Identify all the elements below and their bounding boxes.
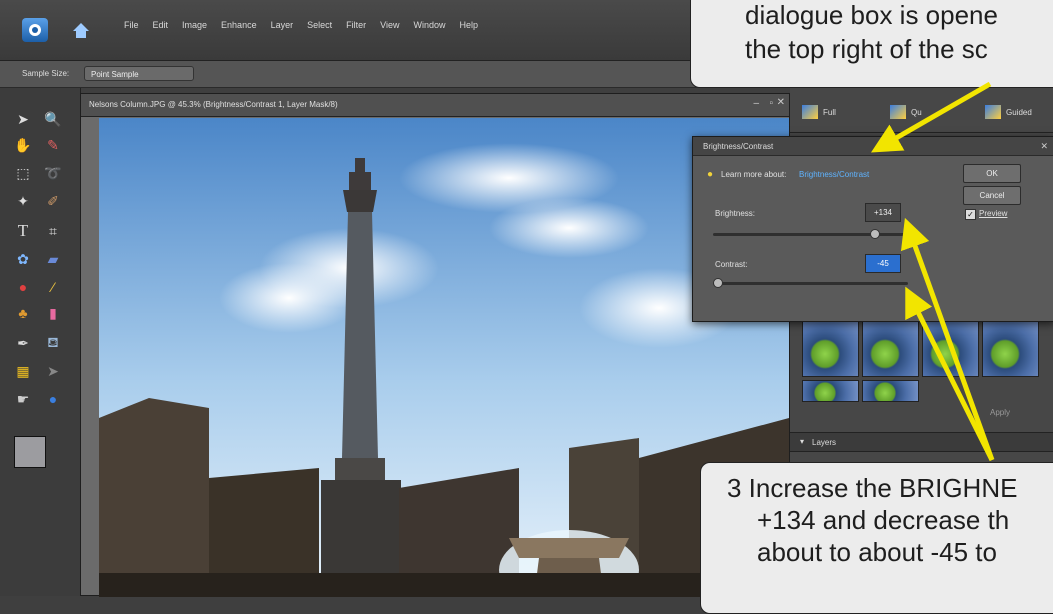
- gradient-icon[interactable]: ▦: [12, 360, 34, 382]
- effect-thumbnail[interactable]: [922, 320, 979, 377]
- menu-filter[interactable]: Filter: [346, 20, 366, 30]
- quick-edit-label: Qu: [911, 107, 922, 117]
- straighten-icon[interactable]: ▰: [42, 248, 64, 270]
- spot-healing-icon[interactable]: ⁄: [42, 276, 64, 298]
- preview-label: Preview: [979, 209, 1008, 218]
- brush-selection-icon[interactable]: ✐: [42, 190, 64, 212]
- shape-icon[interactable]: ➤: [42, 360, 64, 382]
- callout-bottom-line3: about to about -45 to: [757, 537, 997, 567]
- cancel-button[interactable]: Cancel: [963, 186, 1021, 205]
- callout-bottom-line2: +134 and decrease th: [757, 505, 1010, 535]
- contrast-value-input[interactable]: -45: [865, 254, 901, 273]
- guided-edit-tab[interactable]: Guided: [985, 101, 1032, 123]
- contrast-slider[interactable]: [713, 278, 908, 288]
- quick-edit-icon: [890, 105, 906, 119]
- brightness-label: Brightness:: [715, 209, 756, 218]
- eraser-icon[interactable]: ▮: [42, 302, 64, 324]
- ok-button[interactable]: OK: [963, 164, 1021, 183]
- close-icon[interactable]: ✕: [777, 97, 785, 108]
- blur-icon[interactable]: ☛: [12, 388, 34, 410]
- marquee-icon[interactable]: ⬚: [12, 162, 34, 184]
- menu-window[interactable]: Window: [413, 20, 445, 30]
- lasso-icon[interactable]: ➰: [42, 162, 64, 184]
- brush-icon[interactable]: ✒: [12, 332, 34, 354]
- type-icon[interactable]: T: [12, 220, 34, 242]
- brightness-value-input[interactable]: +134: [865, 203, 901, 222]
- clone-stamp-icon[interactable]: ♣: [12, 302, 34, 324]
- dialog-title-bar: Brightness/Contrast ✕: [693, 137, 1053, 156]
- app-icon[interactable]: [22, 18, 48, 42]
- document-window: Nelsons Column.JPG @ 45.3% (Brightness/C…: [80, 93, 790, 597]
- effect-thumbnail[interactable]: [862, 380, 919, 402]
- menu-edit[interactable]: Edit: [153, 20, 169, 30]
- layers-panel-header[interactable]: ▾ Layers: [790, 432, 1053, 452]
- eyedropper-icon[interactable]: ✎: [42, 134, 64, 156]
- sample-size-label: Sample Size:: [22, 69, 70, 78]
- document-title: Nelsons Column.JPG @ 45.3% (Brightness/C…: [89, 100, 338, 109]
- close-icon[interactable]: ✕: [1040, 141, 1048, 152]
- guided-edit-icon: [985, 105, 1001, 119]
- effect-thumbnail[interactable]: [982, 320, 1039, 377]
- sample-size-select[interactable]: Point Sample: [84, 66, 194, 81]
- sponge-icon[interactable]: ●: [42, 388, 64, 410]
- full-edit-label: Full: [823, 107, 836, 117]
- callout-top-line1: dialogue box is opene: [745, 0, 998, 30]
- contrast-label: Contrast:: [715, 260, 748, 269]
- paint-bucket-icon[interactable]: ⛾: [42, 332, 64, 354]
- menu-layer[interactable]: Layer: [271, 20, 294, 30]
- photo-canvas[interactable]: [99, 118, 789, 597]
- foreground-color-swatch[interactable]: [14, 436, 46, 468]
- full-edit-icon: [802, 105, 818, 119]
- contrast-slider-knob[interactable]: [713, 278, 723, 288]
- brightness-contrast-dialog: Brightness/Contrast ✕ ● Learn more about…: [692, 136, 1053, 322]
- preview-checkbox[interactable]: ✓: [965, 209, 976, 220]
- menu-list: File Edit Image Enhance Layer Select Fil…: [124, 20, 478, 30]
- menu-view[interactable]: View: [380, 20, 399, 30]
- move-icon[interactable]: ➤: [12, 108, 34, 130]
- quick-edit-tab[interactable]: Qu: [890, 101, 922, 123]
- menu-file[interactable]: File: [124, 20, 139, 30]
- apply-button[interactable]: Apply: [990, 408, 1010, 417]
- effect-thumbnail[interactable]: [802, 380, 859, 402]
- effect-thumbnail[interactable]: [802, 320, 859, 377]
- menu-image[interactable]: Image: [182, 20, 207, 30]
- zoom-icon[interactable]: 🔍: [42, 108, 64, 130]
- menu-select[interactable]: Select: [307, 20, 332, 30]
- menu-help[interactable]: Help: [459, 20, 478, 30]
- crop-icon[interactable]: ⌗: [42, 220, 64, 242]
- menu-enhance[interactable]: Enhance: [221, 20, 257, 30]
- app-icon: [29, 24, 41, 36]
- cookie-cutter-icon[interactable]: ✿: [12, 248, 34, 270]
- callout-top-line2: the top right of the sc: [745, 34, 988, 64]
- dialog-title: Brightness/Contrast: [703, 142, 774, 151]
- home-icon[interactable]: [68, 18, 94, 42]
- brightness-slider-knob[interactable]: [870, 229, 881, 239]
- minimize-icon[interactable]: –: [753, 98, 759, 109]
- guided-edit-label: Guided: [1006, 107, 1032, 117]
- lightbulb-icon: ●: [707, 169, 714, 180]
- hand-icon[interactable]: ✋: [12, 134, 34, 156]
- learn-more-link[interactable]: Brightness/Contrast: [799, 170, 869, 179]
- full-edit-tab[interactable]: Full: [802, 101, 836, 123]
- effect-thumbnail[interactable]: [862, 320, 919, 377]
- layers-label: Layers: [812, 438, 837, 447]
- magic-wand-icon[interactable]: ✦: [12, 190, 34, 212]
- maximize-icon[interactable]: ▫: [769, 98, 773, 109]
- brightness-slider[interactable]: [713, 229, 908, 239]
- callout-top: dialogue box is opene the top right of t…: [690, 0, 1053, 88]
- document-title-bar: Nelsons Column.JPG @ 45.3% (Brightness/C…: [81, 94, 789, 117]
- callout-bottom-line1: 3 Increase the BRIGHNE: [727, 473, 1018, 503]
- expand-arrow-icon: ▾: [800, 437, 805, 446]
- red-eye-icon[interactable]: ●: [12, 276, 34, 298]
- toolbox: ➤ 🔍 ✋ ✎ ⬚ ➰ ✦ ✐ T ⌗ ✿ ▰ ● ⁄ ♣ ▮ ✒ ⛾ ▦ ➤ …: [0, 88, 81, 596]
- callout-bottom: 3 Increase the BRIGHNE +134 and decrease…: [700, 462, 1053, 614]
- learn-more-text: Learn more about:: [721, 170, 787, 179]
